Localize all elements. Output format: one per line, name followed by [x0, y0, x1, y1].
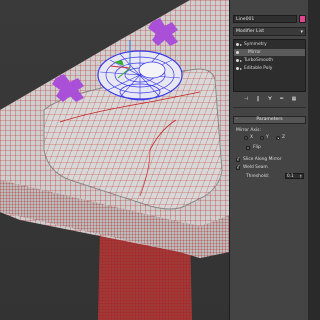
threshold-label: Threshold:: [246, 174, 270, 179]
axis-label: X: [250, 135, 254, 140]
stack-tool-button[interactable]: ▦: [289, 95, 299, 103]
stack-tool-button[interactable]: ✏: [277, 95, 287, 103]
threshold-spinner[interactable]: 0.1 ▴ ▾: [285, 173, 304, 179]
stack-item-label: TurboSmooth: [244, 58, 274, 63]
stack-tool-button[interactable]: ∀: [265, 95, 275, 103]
spinner-arrows-icon[interactable]: ▴ ▾: [300, 174, 303, 179]
threshold-value: 0.1: [287, 173, 294, 178]
weld-seam-checkbox[interactable]: [236, 165, 240, 170]
mirror-axis-label: Mirror Axis:: [236, 128, 261, 133]
expand-icon[interactable]: ▸: [240, 65, 242, 72]
stack-item[interactable]: ▸ Editable Poly: [234, 65, 305, 72]
flip-checkbox[interactable]: [246, 146, 250, 150]
expand-icon[interactable]: ▸: [240, 57, 242, 64]
object-name-row: Line001: [233, 15, 306, 23]
stack-item-label: Mirror: [248, 50, 261, 55]
axis-radio-y[interactable]: [260, 136, 264, 140]
axis-radio-z[interactable]: [276, 136, 280, 140]
app-window: Line001 Modifier List ▾ ▸ Symmetry Mirror ▸…: [0, 0, 308, 320]
slice-along-mirror-checkbox[interactable]: [236, 157, 240, 162]
parameters-rollout-header[interactable]: - Parameters: [233, 116, 306, 124]
lightbulb-icon[interactable]: [236, 43, 239, 46]
stack-item-label: Editable Poly: [244, 66, 273, 71]
stack-item-label: Symmetry: [244, 42, 267, 47]
axis-radio-x[interactable]: [244, 136, 248, 140]
modifier-list-label: Modifier List: [236, 29, 265, 34]
viewport[interactable]: [0, 0, 229, 320]
command-panel: Line001 Modifier List ▾ ▸ Symmetry Mirror ▸…: [229, 0, 308, 320]
object-color-swatch[interactable]: [299, 15, 306, 23]
stack-item[interactable]: Mirror: [234, 49, 305, 56]
modifier-stack: ▸ Symmetry Mirror ▸ TurboSmooth ▸ Editable Pol…: [233, 39, 306, 92]
lightbulb-icon[interactable]: [236, 59, 239, 62]
stack-item[interactable]: ▸ Symmetry: [234, 41, 305, 48]
object-name-field[interactable]: Line001: [233, 15, 297, 23]
weld-seam-label: Weld Seam: [243, 165, 268, 170]
divider: [233, 107, 306, 108]
slice-along-mirror-label: Slice Along Mirror: [243, 157, 282, 162]
stack-toolbar: ⊣ ‖ ∀ ✏ ▦: [233, 95, 306, 104]
stack-tool-button[interactable]: ⊣: [241, 95, 251, 103]
chevron-down-icon: ▾: [300, 29, 303, 35]
lightbulb-icon[interactable]: [236, 51, 239, 54]
expand-icon[interactable]: ▸: [240, 41, 242, 48]
stack-tool-button[interactable]: ‖: [253, 95, 263, 103]
rollout-title: Parameters: [256, 117, 283, 122]
axis-label: Z: [282, 135, 286, 140]
stack-item[interactable]: ▸ TurboSmooth: [234, 57, 305, 64]
lightbulb-icon[interactable]: [236, 67, 239, 70]
modifier-list-dropdown[interactable]: Modifier List ▾: [233, 27, 306, 36]
flip-label: Flip: [253, 145, 261, 150]
axis-label: Y: [266, 135, 269, 140]
collapse-icon: -: [236, 117, 238, 122]
viewport-canvas: [0, 0, 229, 320]
